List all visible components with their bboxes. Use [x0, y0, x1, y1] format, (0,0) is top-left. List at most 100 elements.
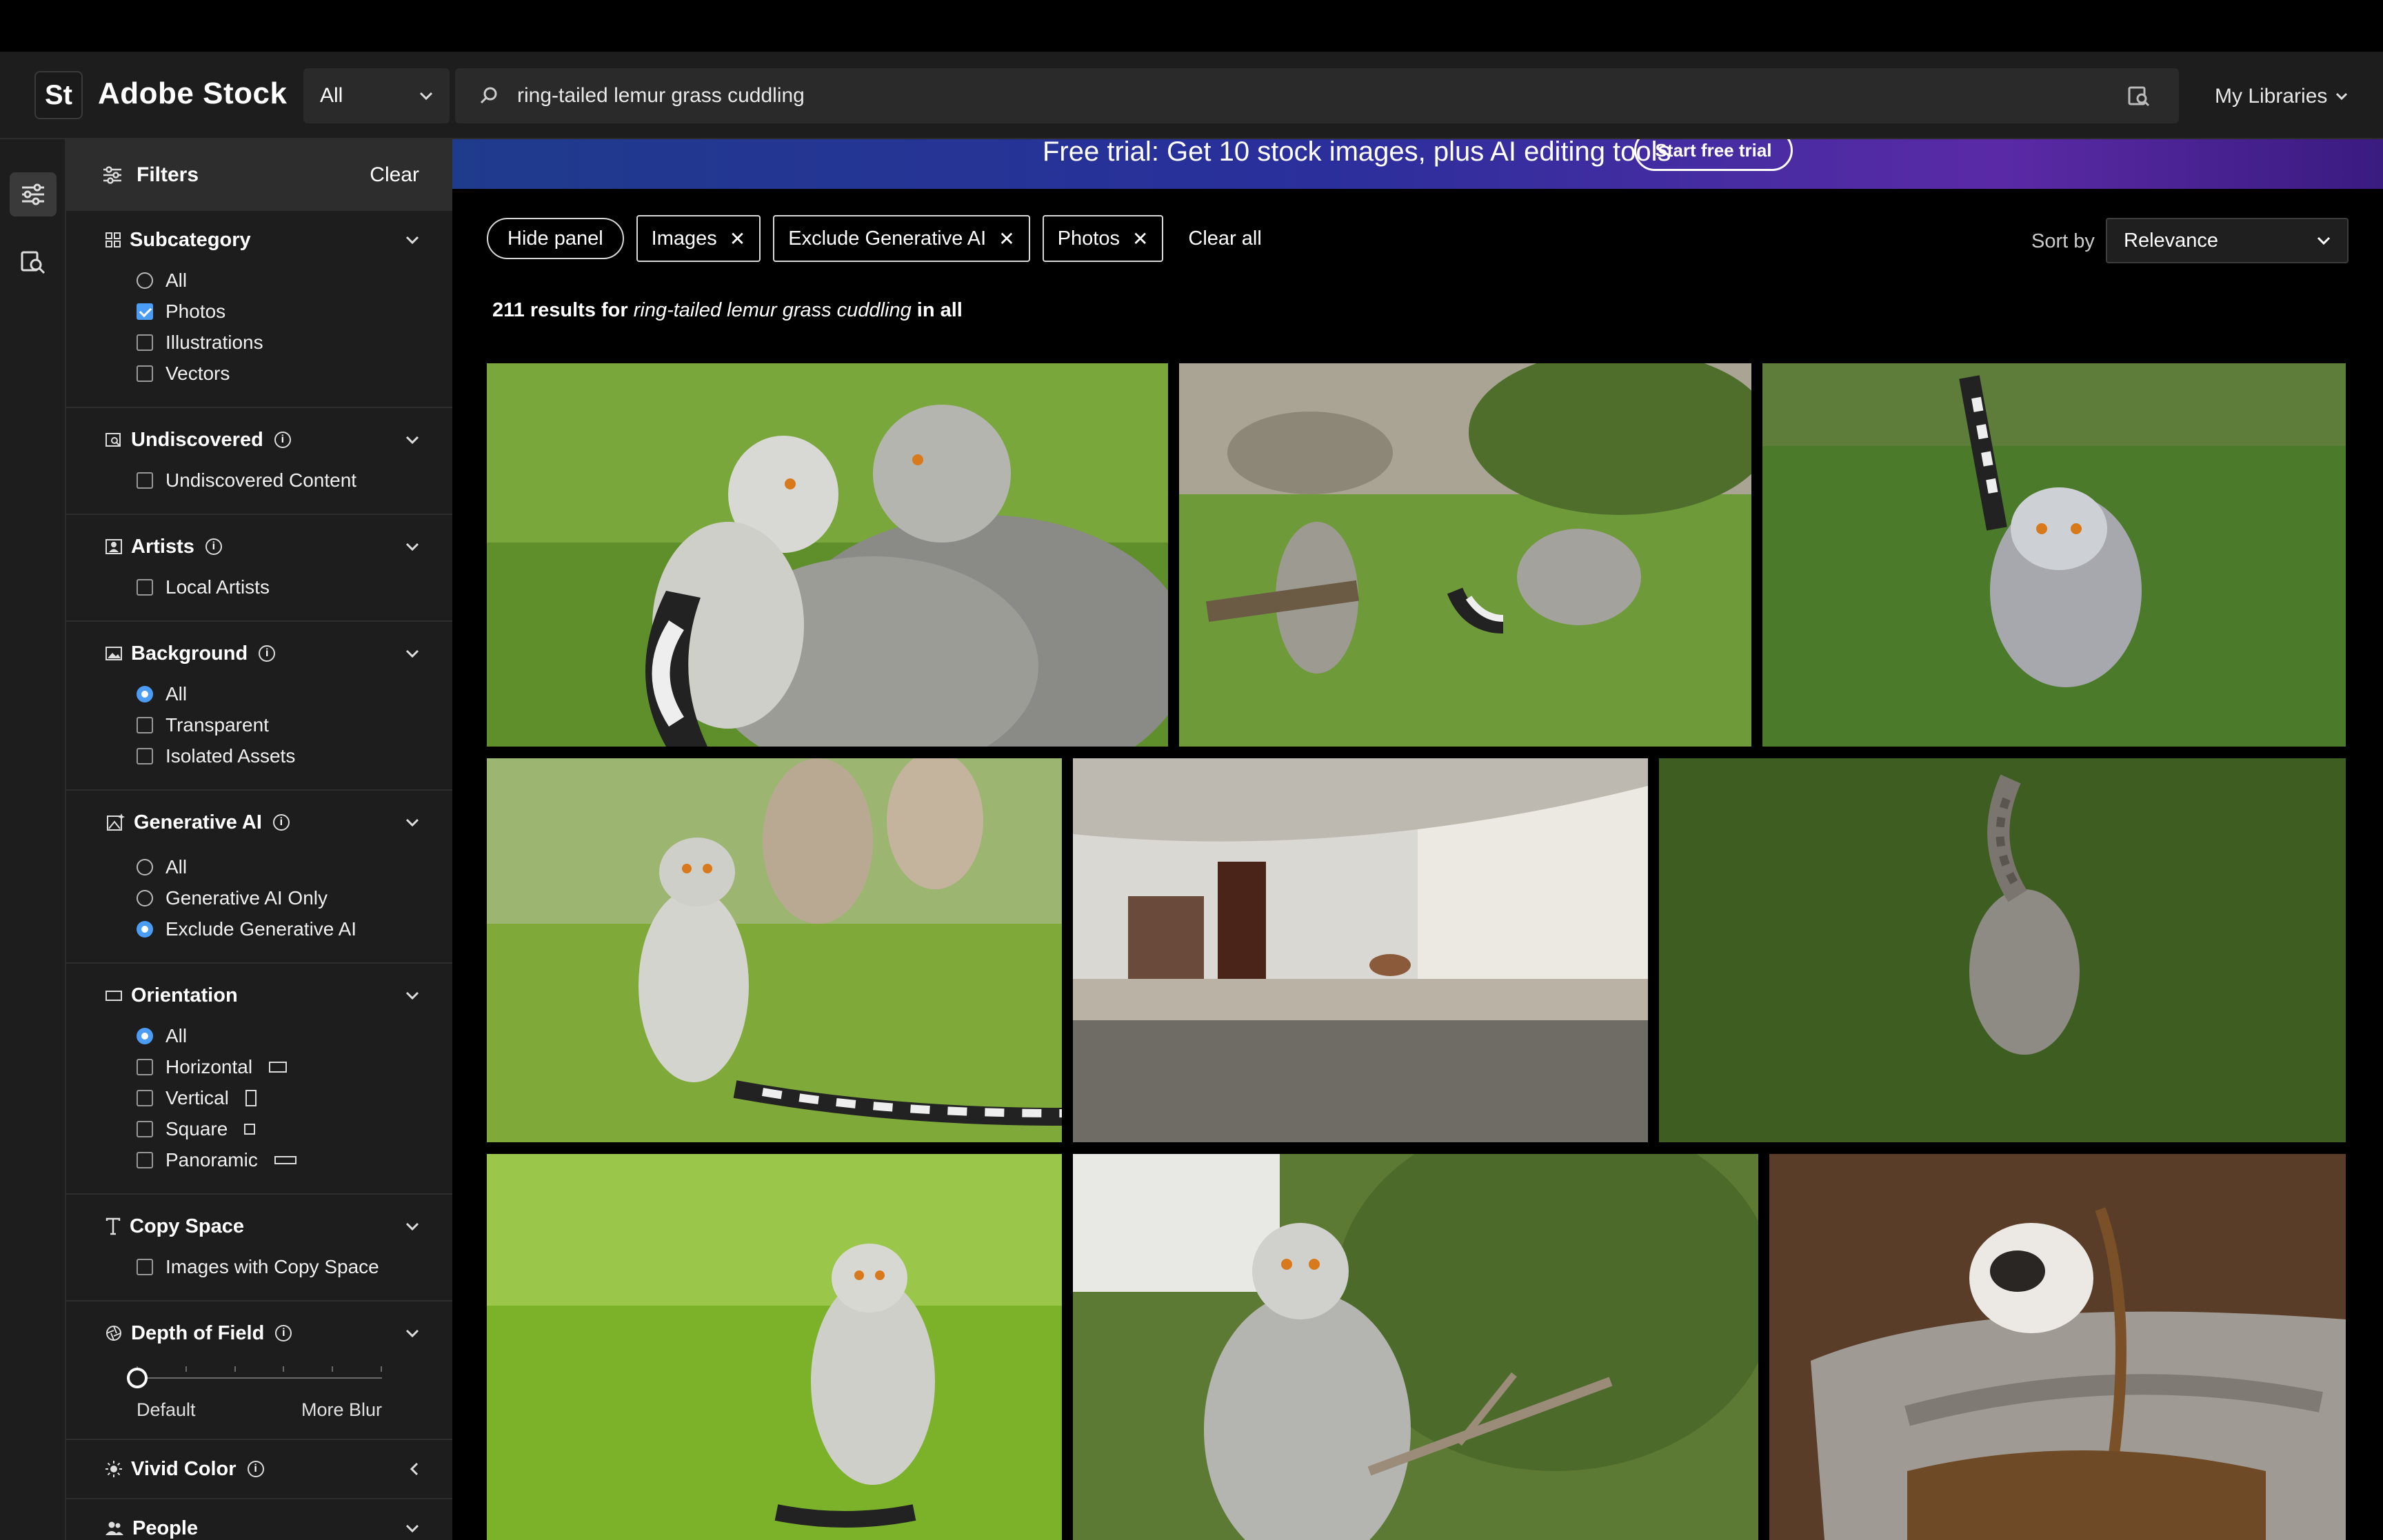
vivid-color-toggle[interactable]: Vivid Color i: [105, 1452, 419, 1486]
artists-section: Artists i Local Artists: [66, 515, 452, 622]
generative-option-exclude[interactable]: Exclude Generative AI: [105, 913, 419, 944]
checkbox[interactable]: [137, 1258, 153, 1275]
people-icon: [105, 1521, 123, 1535]
clear-all-button[interactable]: Clear all: [1188, 227, 1261, 250]
aperture-icon: [106, 1326, 121, 1341]
checkbox[interactable]: [137, 716, 153, 733]
orientation-option-panoramic[interactable]: Panoramic: [105, 1144, 419, 1175]
radio-button-selected[interactable]: [137, 685, 153, 702]
depth-of-field-toggle[interactable]: Depth of Field i: [105, 1317, 419, 1350]
orientation-option-all[interactable]: All: [105, 1020, 419, 1051]
background-option-all[interactable]: All: [105, 678, 419, 709]
subcategory-option-vectors[interactable]: Vectors: [105, 358, 419, 389]
radio-button[interactable]: [137, 858, 153, 875]
scope-select[interactable]: All: [303, 68, 450, 123]
checkbox[interactable]: [137, 365, 153, 382]
result-image[interactable]: [1769, 1154, 2346, 1540]
search-bar: [455, 68, 2179, 123]
checkbox[interactable]: [137, 472, 153, 489]
slider-thumb[interactable]: [127, 1368, 148, 1388]
generative-ai-section: Generative AI i All Generative AI Only Ex…: [66, 791, 452, 964]
filter-chip-exclude-generative-ai[interactable]: Exclude Generative AI ✕: [773, 215, 1030, 262]
subcategory-toggle[interactable]: Subcategory: [105, 223, 419, 256]
result-image[interactable]: [487, 1154, 1062, 1540]
sort-select[interactable]: Relevance: [2106, 218, 2349, 263]
info-icon[interactable]: i: [274, 432, 291, 448]
info-icon[interactable]: i: [259, 645, 276, 662]
undiscovered-content-option[interactable]: Undiscovered Content: [105, 465, 419, 496]
subcategory-option-all[interactable]: All: [105, 265, 419, 296]
artists-toggle[interactable]: Artists i: [105, 530, 419, 563]
undiscovered-toggle[interactable]: Undiscovered i: [105, 423, 419, 456]
checkbox[interactable]: [137, 747, 153, 764]
orientation-option-vertical[interactable]: Vertical: [105, 1082, 419, 1113]
checkbox-checked[interactable]: [137, 303, 153, 320]
info-icon[interactable]: i: [247, 1461, 264, 1477]
checkbox[interactable]: [137, 1058, 153, 1075]
close-icon[interactable]: ✕: [730, 227, 745, 250]
active-filters: Hide panel Images ✕ Exclude Generative AI…: [487, 215, 1262, 262]
close-icon[interactable]: ✕: [1132, 227, 1148, 250]
copy-space-option[interactable]: Images with Copy Space: [105, 1251, 419, 1282]
promo-banner: Free trial: Get 10 stock images, plus AI…: [452, 139, 2383, 189]
chevron-down-icon: [405, 1524, 419, 1533]
people-section: People: [66, 1499, 452, 1540]
filters-panel: Filters Clear Subcategory All Photos Ill…: [66, 139, 452, 1540]
brand-name[interactable]: Adobe Stock: [98, 77, 287, 111]
checkbox[interactable]: [137, 334, 153, 351]
promo-text: Free trial: Get 10 stock images, plus AI…: [1043, 139, 1671, 167]
result-image[interactable]: [487, 363, 1168, 747]
info-icon[interactable]: i: [275, 1325, 292, 1341]
result-image[interactable]: [1179, 363, 1751, 747]
background-toggle[interactable]: Background i: [105, 637, 419, 670]
generative-option-only[interactable]: Generative AI Only: [105, 882, 419, 913]
orientation-toggle[interactable]: Orientation: [105, 979, 419, 1012]
result-image[interactable]: [1762, 363, 2346, 747]
checkbox[interactable]: [137, 1089, 153, 1106]
start-free-trial-button[interactable]: Start free trial: [1634, 139, 1793, 171]
background-section: Background i All Transparent Isolated Ass…: [66, 622, 452, 791]
checkbox[interactable]: [137, 578, 153, 596]
close-icon[interactable]: ✕: [998, 227, 1014, 250]
filter-chip-photos[interactable]: Photos ✕: [1042, 215, 1164, 262]
background-option-transparent[interactable]: Transparent: [105, 709, 419, 740]
copy-space-section: Copy Space Images with Copy Space: [66, 1195, 452, 1301]
chevron-down-icon: [405, 543, 419, 551]
orientation-option-square[interactable]: Square: [105, 1113, 419, 1144]
visual-search-icon[interactable]: [2126, 83, 2151, 108]
generative-ai-toggle[interactable]: Generative AI i: [105, 806, 419, 839]
result-image[interactable]: [487, 758, 1062, 1142]
hide-panel-button[interactable]: Hide panel: [487, 218, 624, 259]
local-artists-option[interactable]: Local Artists: [105, 571, 419, 602]
filters-rail-button[interactable]: [10, 172, 57, 216]
filter-chip-images[interactable]: Images ✕: [636, 215, 761, 262]
my-libraries-menu[interactable]: My Libraries: [2215, 85, 2348, 108]
info-icon[interactable]: i: [272, 814, 290, 831]
result-image[interactable]: [1659, 758, 2346, 1142]
adobe-stock-logo[interactable]: St: [34, 71, 83, 119]
visual-search-rail-button[interactable]: [10, 240, 57, 284]
generative-option-all[interactable]: All: [105, 851, 419, 882]
checkbox[interactable]: [137, 1120, 153, 1137]
result-image[interactable]: [1073, 758, 1648, 1142]
search-input[interactable]: [517, 84, 2069, 108]
subcategory-option-illustrations[interactable]: Illustrations: [105, 327, 419, 358]
people-toggle[interactable]: People: [105, 1512, 419, 1540]
radio-button-selected[interactable]: [137, 1027, 153, 1044]
top-strip: [0, 0, 2383, 52]
lemur-tail-up-photo: [1659, 758, 2346, 1142]
background-option-isolated[interactable]: Isolated Assets: [105, 740, 419, 771]
undiscovered-section: Undiscovered i Undiscovered Content: [66, 408, 452, 515]
radio-button-selected[interactable]: [137, 920, 153, 938]
radio-button[interactable]: [137, 889, 153, 906]
radio-button[interactable]: [137, 272, 153, 289]
undiscovered-icon: [105, 433, 121, 447]
orientation-option-horizontal[interactable]: Horizontal: [105, 1051, 419, 1082]
clear-filters-button[interactable]: Clear: [370, 163, 419, 187]
info-icon[interactable]: i: [205, 538, 222, 555]
result-image[interactable]: [1073, 1154, 1758, 1540]
copy-space-toggle[interactable]: Copy Space: [105, 1210, 419, 1243]
depth-of-field-slider[interactable]: [127, 1366, 382, 1388]
checkbox[interactable]: [137, 1151, 153, 1168]
subcategory-option-photos[interactable]: Photos: [105, 296, 419, 327]
